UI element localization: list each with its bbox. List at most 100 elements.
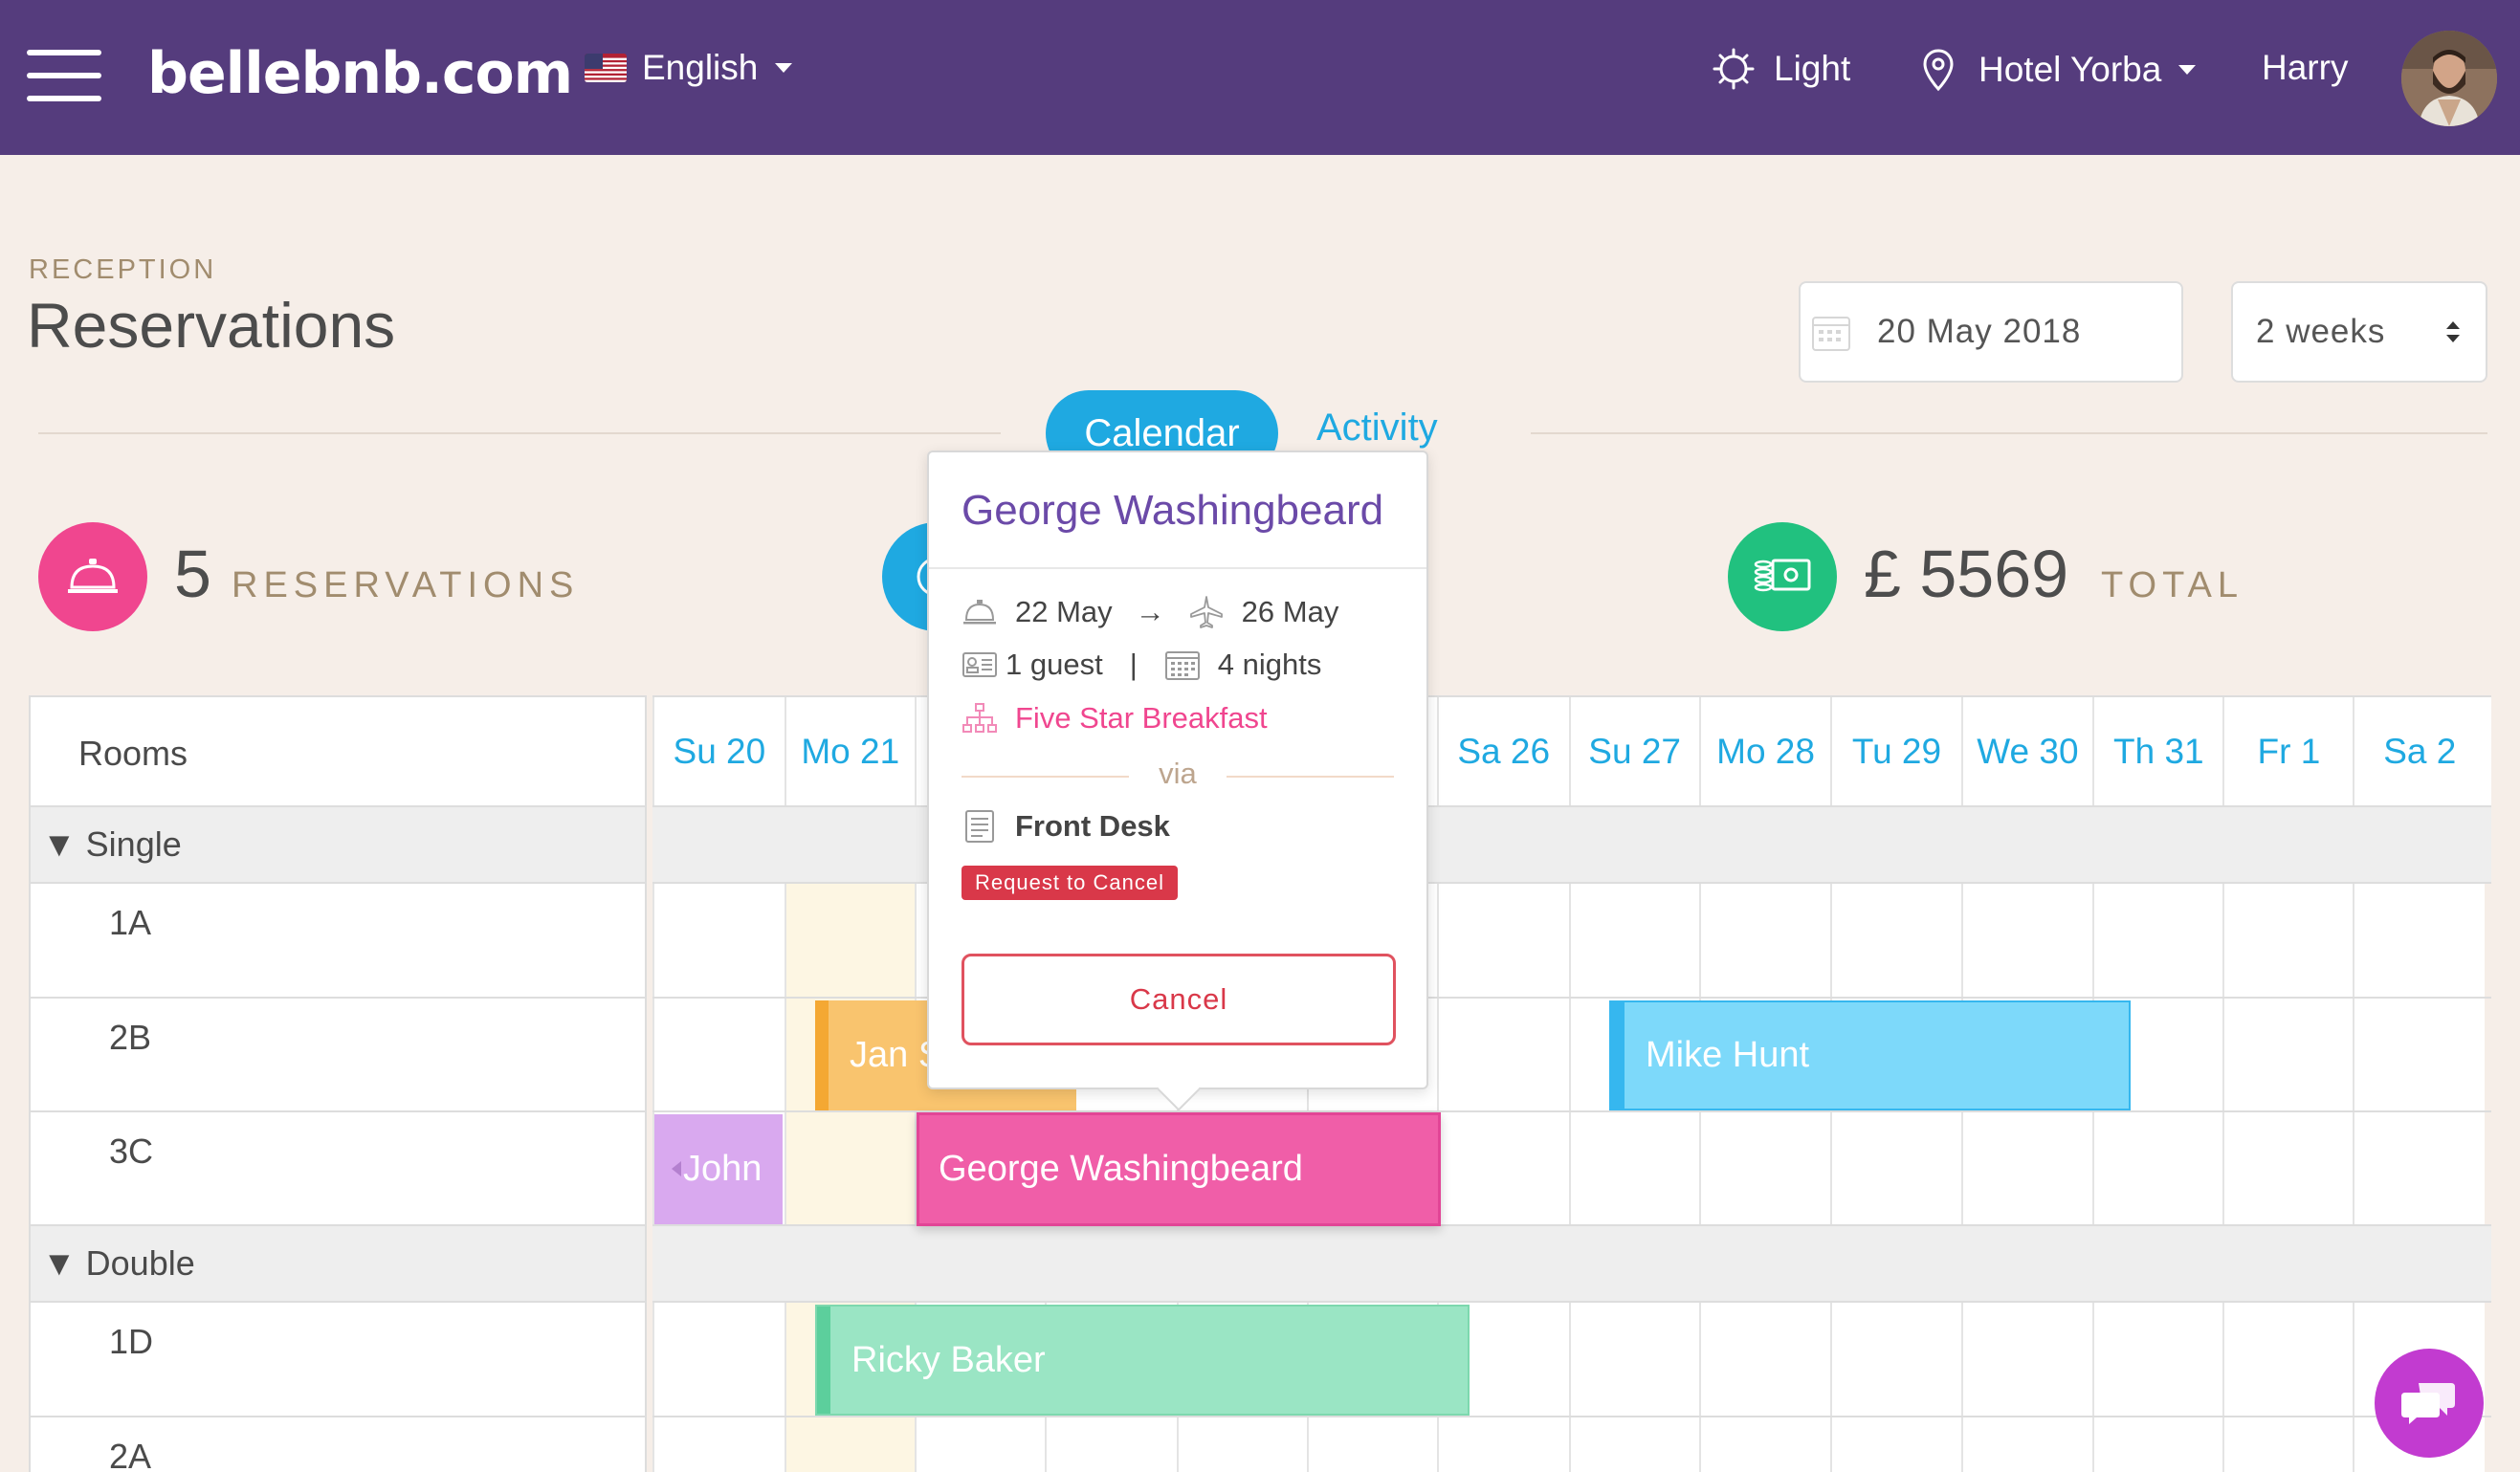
day-cell[interactable] <box>1698 884 1831 997</box>
day-row <box>652 1417 2491 1472</box>
day-cell[interactable] <box>914 1417 1045 1472</box>
popover-divider <box>929 567 1426 569</box>
checkout-date: 26 May <box>1241 595 1339 628</box>
day-cell[interactable] <box>1436 1112 1569 1224</box>
via-divider: via <box>962 757 1394 795</box>
day-header[interactable]: Tu 29 <box>1830 697 1960 805</box>
day-header[interactable]: Sa 26 <box>1436 697 1569 805</box>
checkin-date: 22 May <box>1015 595 1113 628</box>
triangle-down-icon: ▼ <box>42 1243 77 1283</box>
day-cell[interactable] <box>1830 884 1961 997</box>
day-cell[interactable] <box>2353 1112 2486 1224</box>
day-cell[interactable] <box>2092 1112 2223 1224</box>
tab-activity[interactable]: Activity <box>1316 406 1438 450</box>
theme-label: Light <box>1774 49 1851 88</box>
logo[interactable]: bellebnb.com <box>147 40 573 107</box>
service-bell-icon <box>963 600 996 625</box>
room-label: 2B <box>109 1018 152 1057</box>
day-cell[interactable] <box>1044 1417 1177 1472</box>
theme-toggle[interactable]: Light <box>1713 48 1850 90</box>
user-name[interactable]: Harry <box>2262 48 2348 88</box>
reservations-label: RESERVATIONS <box>232 565 580 605</box>
day-cell[interactable] <box>2092 1417 2223 1472</box>
sort-arrows-icon <box>2446 321 2460 342</box>
reservation-stripe <box>1611 1002 1625 1109</box>
group-row-double[interactable]: ▼ Double <box>31 1226 645 1303</box>
day-cell[interactable] <box>1436 884 1569 997</box>
day-cell[interactable] <box>784 1112 915 1224</box>
day-cell[interactable] <box>1436 999 1569 1110</box>
day-header[interactable]: Mo 28 <box>1698 697 1831 805</box>
rooms-header-row: Rooms <box>31 695 645 807</box>
day-cell[interactable] <box>784 884 915 997</box>
reservation-bar-selected[interactable]: George Washingbeard <box>917 1112 1441 1226</box>
day-cell[interactable] <box>1830 1112 1961 1224</box>
day-cell[interactable] <box>1568 1112 1699 1224</box>
day-cell[interactable] <box>2222 1303 2354 1416</box>
night-count: 4 nights <box>1217 648 1322 681</box>
reservation-guest: Ricky Baker <box>851 1339 1046 1380</box>
day-cell[interactable] <box>1568 1417 1699 1472</box>
day-cell[interactable] <box>784 1417 915 1472</box>
period-select[interactable]: 2 weeks <box>2231 281 2487 383</box>
reservations-count: 5 <box>174 537 211 611</box>
day-cell[interactable] <box>2222 884 2354 997</box>
divider <box>38 432 1001 434</box>
day-cell[interactable] <box>1436 1417 1569 1472</box>
day-cell[interactable] <box>1830 1303 1961 1416</box>
day-cell[interactable] <box>1960 1417 2093 1472</box>
popover-rate[interactable]: Five Star Breakfast <box>962 701 1268 736</box>
chat-button[interactable] <box>2375 1349 2484 1458</box>
triangle-down-icon: ▼ <box>42 824 77 864</box>
total-amount: £ 5569 <box>1864 537 2069 611</box>
day-cell[interactable] <box>652 999 785 1110</box>
day-cell[interactable] <box>652 1417 785 1472</box>
hamburger-menu-icon[interactable] <box>27 50 101 101</box>
day-cell[interactable] <box>1568 1303 1699 1416</box>
reservation-stripe <box>817 1307 830 1414</box>
day-header[interactable]: Sa 2 <box>2353 697 2485 805</box>
group-row-single[interactable]: ▼ Single <box>31 807 645 884</box>
day-cell[interactable] <box>2092 884 2223 997</box>
day-cell[interactable] <box>2353 884 2486 997</box>
reservation-bar[interactable]: Mike Hunt <box>1609 1000 2131 1110</box>
day-cell[interactable] <box>1698 1303 1831 1416</box>
day-cell[interactable] <box>2222 1417 2354 1472</box>
day-cell[interactable] <box>1568 884 1699 997</box>
day-cell[interactable] <box>1306 1417 1437 1472</box>
day-header[interactable]: Th 31 <box>2092 697 2222 805</box>
day-cell[interactable] <box>2092 1303 2223 1416</box>
day-cell[interactable] <box>1176 1417 1307 1472</box>
day-cell[interactable] <box>2222 999 2354 1110</box>
day-cell[interactable] <box>1960 884 2093 997</box>
day-cell[interactable] <box>2222 1112 2354 1224</box>
via-label: via <box>1159 757 1197 790</box>
day-cell[interactable] <box>1960 1303 2093 1416</box>
day-header[interactable]: Fr 1 <box>2222 697 2353 805</box>
reservation-bar[interactable]: Ricky Baker <box>815 1305 1470 1416</box>
hotel-selector[interactable]: Hotel Yorba <box>1921 48 2197 92</box>
avatar[interactable] <box>2401 31 2497 126</box>
language-selector[interactable]: English <box>585 48 793 88</box>
day-cell[interactable] <box>1698 1417 1831 1472</box>
day-header[interactable]: Su 27 <box>1568 697 1699 805</box>
day-cell[interactable] <box>1960 1112 2093 1224</box>
service-bell-icon <box>68 559 118 593</box>
room-row-2a: 2A <box>31 1417 645 1472</box>
day-cell[interactable] <box>2353 999 2486 1110</box>
cancel-button[interactable]: Cancel <box>962 954 1396 1045</box>
day-cell[interactable] <box>1830 1417 1961 1472</box>
room-label: 1A <box>109 903 152 942</box>
day-header[interactable]: We 30 <box>1960 697 2093 805</box>
reservation-bar[interactable]: John <box>654 1114 783 1224</box>
right-arrow-icon: → <box>1135 595 1165 628</box>
day-cell[interactable] <box>1698 1112 1831 1224</box>
popover-guest-name[interactable]: George Washingbeard <box>962 487 1383 535</box>
day-header[interactable]: Mo 21 <box>784 697 915 805</box>
day-cell[interactable] <box>652 1303 785 1416</box>
date-picker[interactable]: 20 May 2018 <box>1799 281 2183 383</box>
language-label: English <box>642 48 759 87</box>
day-header[interactable]: Su 20 <box>652 697 785 805</box>
day-cell[interactable] <box>652 884 785 997</box>
calendar-icon <box>1812 317 1850 351</box>
